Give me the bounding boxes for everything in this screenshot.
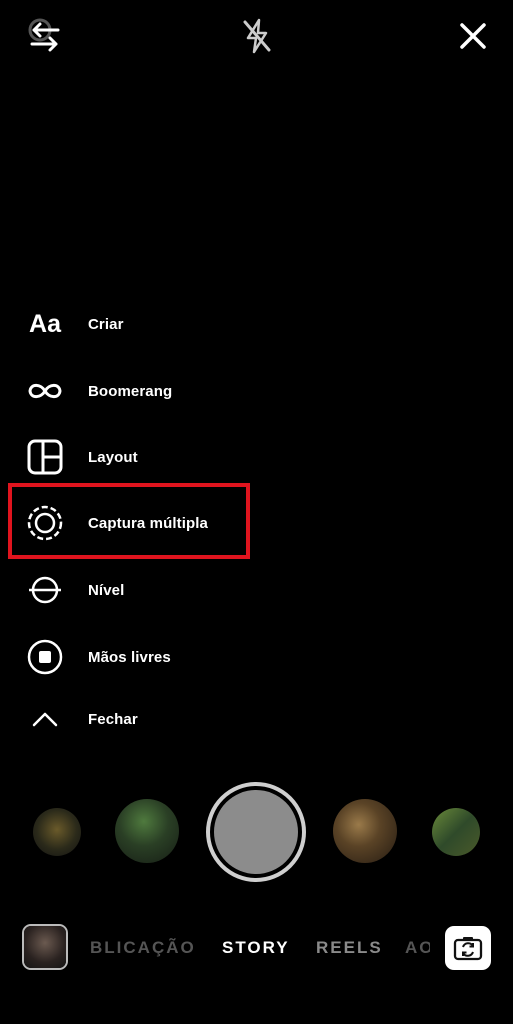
- text-aa-icon: Aa: [29, 309, 61, 338]
- mode-tab-story[interactable]: STORY: [222, 938, 290, 958]
- menu-item-label: Fechar: [88, 710, 138, 728]
- infinity-icon: [22, 368, 68, 414]
- menu-item-label: Captura múltipla: [88, 514, 208, 532]
- menu-item-fechar[interactable]: Fechar: [22, 694, 138, 744]
- menu-item-maos-livres[interactable]: Mãos livres: [22, 632, 171, 682]
- gallery-thumbnail-button[interactable]: [22, 924, 68, 970]
- menu-item-label: Nível: [88, 581, 125, 599]
- mode-selector: BLICAÇÃO STORY REELS AO: [90, 936, 430, 962]
- mode-tab-ao-vivo[interactable]: AO: [405, 938, 430, 958]
- menu-item-captura-multipla[interactable]: Captura múltipla: [22, 498, 208, 548]
- shutter-inner: [214, 790, 298, 874]
- menu-item-criar[interactable]: Aa Criar: [22, 299, 123, 349]
- menu-item-boomerang[interactable]: Boomerang: [22, 366, 172, 416]
- filter-thumbnail[interactable]: [115, 799, 179, 863]
- arrows-left-right-icon: [28, 18, 60, 52]
- flash-off-icon: [243, 18, 271, 54]
- flip-camera-button[interactable]: [445, 926, 491, 970]
- menu-item-label: Criar: [88, 315, 124, 333]
- mode-tab-reels[interactable]: REELS: [316, 938, 383, 958]
- close-icon: [460, 23, 486, 49]
- menu-item-label: Boomerang: [88, 382, 173, 400]
- gallery-preview: [24, 926, 66, 968]
- hands-free-icon: [22, 634, 68, 680]
- filter-thumbnail[interactable]: [432, 808, 480, 856]
- menu-item-label: Layout: [88, 448, 138, 466]
- chevron-up-icon: [22, 696, 68, 742]
- menu-item-nivel[interactable]: Nível: [22, 565, 124, 615]
- settings-switch-button[interactable]: [22, 14, 66, 58]
- camera-flip-icon: [453, 937, 483, 961]
- flash-toggle-button[interactable]: [235, 14, 279, 58]
- mode-tab-publicacao[interactable]: BLICAÇÃO: [90, 938, 196, 958]
- filter-thumbnail[interactable]: [33, 808, 81, 856]
- menu-item-layout[interactable]: Layout: [22, 432, 138, 482]
- layout-grid-icon: [22, 434, 68, 480]
- close-button[interactable]: [451, 14, 495, 58]
- menu-item-label: Mãos livres: [88, 648, 171, 666]
- filter-thumbnail[interactable]: [333, 799, 397, 863]
- shutter-button[interactable]: [206, 782, 306, 882]
- level-icon: [22, 567, 68, 613]
- multi-capture-icon: [22, 500, 68, 546]
